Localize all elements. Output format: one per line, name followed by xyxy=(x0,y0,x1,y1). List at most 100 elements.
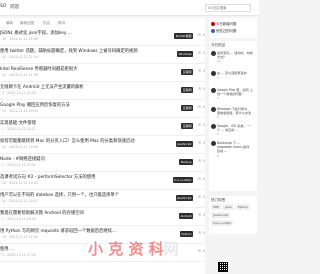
comment-count: 0 xyxy=(202,69,205,73)
tag-php[interactable]: PHP xyxy=(211,204,221,210)
comment-count: 0 xyxy=(202,231,205,235)
comment-count: 0 xyxy=(202,159,205,163)
question-tag[interactable]: MySQL数据 xyxy=(174,33,193,39)
question-title[interactable]: 使用 twitter 话题，辅助标题确定，找到 Windows 上被号码确定的视… xyxy=(0,48,170,54)
question-row[interactable]: Intel RealSense 传感器时间戳差距很大 · 10 · 2024-1… xyxy=(0,64,205,82)
question-title[interactable]: 我现在需要帮助解决我 Android 的存储空间 xyxy=(0,210,170,216)
comment-count: 0 xyxy=(202,123,205,127)
tab-latest-reply[interactable]: 最新回复 xyxy=(20,21,34,26)
tag-javascript[interactable]: JavaScript xyxy=(211,212,231,218)
question-tag[interactable]: 互联网 xyxy=(181,123,193,129)
comment-icon: ✉ xyxy=(197,87,201,91)
question-row[interactable]: 选课考试方向 #2 - performSelector 方法的使用 · 10 ·… xyxy=(0,172,205,190)
hot-item[interactable]: Google Play 里，如何 上线一个新版的问题 5 xyxy=(211,88,255,101)
question-tag[interactable]: JavaScript xyxy=(175,195,193,201)
comment-icon: ✉ xyxy=(197,195,201,199)
comment-count: 0 xyxy=(202,141,205,145)
watermark-brand: 小 克 资 科 xyxy=(88,240,164,258)
comment-icon: ✉ xyxy=(197,51,201,55)
question-title[interactable]: 用户可以在不同的 datebox 选择，只用一个，也只能选择单个 xyxy=(0,192,170,198)
tag-c-cpp-objc[interactable]: C/C++/ObjC xyxy=(211,220,234,226)
question-meta: · 10 · 2024-11-11 21:38 xyxy=(0,73,38,77)
hot-item-title[interactable]: 在 ... 怎么连接更多的 xyxy=(217,71,253,75)
question-row[interactable]: 实现基础-文件管理 · 1 · 2024-11-11 20:21 互联网 ✉ 0 xyxy=(0,118,205,136)
hot-item-title[interactable]: Google Play 里，如何 上线一个新版的问题 xyxy=(217,88,253,96)
top-bar: SO 问答 xyxy=(0,0,259,16)
comment-count: 0 xyxy=(202,213,205,217)
question-tag[interactable]: JavaScript xyxy=(175,141,193,147)
question-meta: · 1 · 2024-11-11 18:05 xyxy=(0,217,36,221)
comment-icon: ✉ xyxy=(197,33,201,37)
question-title[interactable]: 如何可能都跳转到 Mac 的分页入口？怎么使用 Mac 的分类和快速启动 xyxy=(0,138,170,144)
question-row[interactable]: 使用 twitter 话题，辅助标题确定，找到 Windows 上被号码确定的视… xyxy=(0,46,205,64)
question-title[interactable]: Node - #网络连接疑问 xyxy=(0,156,170,162)
tag-java[interactable]: Java xyxy=(223,204,234,210)
question-title[interactable]: 实现基础-文件管理 xyxy=(0,120,170,126)
watermark-tail: 网 xyxy=(163,240,179,258)
comment-icon: ✉ xyxy=(197,141,201,145)
hot-item[interactable]: Bootstrap 下 ... dropdown menu 如何 自动 ... 6 xyxy=(211,141,255,158)
question-row[interactable]: 无线网卡在 Android 上无法产生流量的解析 · 1 · 2024-11-1… xyxy=(0,82,205,100)
question-tag[interactable]: Windows xyxy=(177,51,193,57)
question-meta: · 1 · 2024-11-11 20:21 xyxy=(0,127,36,131)
tab-latest[interactable]: 最新 xyxy=(6,21,13,26)
blue-dot-icon xyxy=(211,29,215,33)
site-logo[interactable]: SO xyxy=(0,4,7,9)
question-meta: · 10 · 2024-11-11 21:54 xyxy=(0,55,38,59)
question-row[interactable]: Node - #网络连接疑问 · 1 · 2024-11-11 19:31 No… xyxy=(0,154,205,172)
my-answers-link[interactable]: 他答过的问题 xyxy=(211,28,236,33)
question-meta: · 10 · 2024-11-11 22:06 xyxy=(0,37,38,41)
qr-code xyxy=(218,262,228,272)
avatar xyxy=(211,71,216,76)
question-title[interactable]: 无线网卡在 Android 上无法产生流量的解析 xyxy=(0,84,170,90)
question-tag[interactable]: 互联网 xyxy=(181,105,193,111)
question-row[interactable]: 如何可能都跳转到 Mac 的分页入口？怎么使用 Mac 的分类和快速启动 · 1… xyxy=(0,136,205,154)
question-tag[interactable]: 互联网 xyxy=(181,69,193,75)
avatar xyxy=(211,141,216,146)
question-row[interactable]: 用户可以在不同的 datebox 选择，只用一个，也只能选择单个 · 10 · … xyxy=(0,190,205,208)
hot-item-title[interactable]: 如何写好 ... 读书时，你的方法？ xyxy=(217,51,253,59)
question-row[interactable]: 我现在需要帮助解决我 Android 的存储空间 · 1 · 2024-11-1… xyxy=(0,208,205,226)
hot-item[interactable]: 如何写好 ... 读书时，你的方法？ 12 xyxy=(211,51,255,64)
question-meta: · 10 · 2024-11-11 17:44 xyxy=(0,235,38,239)
question-tag[interactable]: C-C++/Objc xyxy=(172,177,193,183)
question-tag[interactable]: Android xyxy=(178,213,193,219)
question-tag[interactable]: 互联网 xyxy=(181,87,193,93)
site-logo-suffix: 问答 xyxy=(10,5,20,10)
question-title[interactable]: Intel RealSense 传感器时间戳差距很大 xyxy=(0,66,170,72)
question-list: 最新 最新回复 热议 等待 JSONL 格式化 json字段，添加key ...… xyxy=(0,18,205,274)
hot-item-count: 8 xyxy=(217,115,219,120)
comment-count: 0 xyxy=(202,105,205,109)
tab-hot[interactable]: 热议 xyxy=(43,21,50,26)
hot-item[interactable]: Windows 下执行命令，通常会很慢，有什么办法 8 xyxy=(211,107,255,120)
question-tag[interactable]: Node.js xyxy=(179,159,193,165)
hot-item-title[interactable]: Google、iOS 系统， 一个 ... 常见的 ... xyxy=(217,124,253,132)
today-new-link[interactable]: 今日新增问题 xyxy=(211,21,236,26)
hot-item-count: 12 xyxy=(217,59,221,64)
hot-item-count: 3 xyxy=(217,76,219,80)
hot-item-count: 6 xyxy=(217,153,219,158)
question-title[interactable]: 用 Python 写的网页 requests 请求返回一个数据后后继续... xyxy=(0,228,170,234)
hot-item[interactable]: 在 ... 怎么连接更多的 3 xyxy=(211,71,255,80)
hot-item[interactable]: Google、iOS 系统， 一个 ... 常见的 ... 2 xyxy=(211,124,255,137)
tab-bar: 最新 最新回复 热议 等待 xyxy=(0,20,205,27)
today-new-label: 今日新增问题 xyxy=(216,22,237,26)
question-row[interactable]: Google Play 撤回应用后恢复的方法 · 10 · 2024-11-11… xyxy=(0,100,205,118)
tab-waiting[interactable]: 等待 xyxy=(58,21,65,26)
question-title[interactable]: 选课考试方向 #2 - performSelector 方法的使用 xyxy=(0,174,170,180)
question-row[interactable]: JSONL 格式化 json字段，添加key ... · 10 · 2024-1… xyxy=(0,28,205,46)
comment-icon: ✉ xyxy=(197,177,201,181)
tag-python[interactable]: Python xyxy=(235,204,251,210)
question-meta: · 10 · 2024-11-11 19:02 xyxy=(0,181,38,185)
question-meta: · 1 · 2024-11-11 19:31 xyxy=(0,163,36,167)
comment-icon: ✉ xyxy=(197,123,201,127)
comment-icon: ✉ xyxy=(197,213,201,217)
hot-item-title[interactable]: Windows 下执行命令，通常会很慢，有什么办法 xyxy=(217,107,253,115)
search-input[interactable] xyxy=(205,4,251,12)
avatar xyxy=(211,107,216,112)
red-dot-icon xyxy=(211,22,215,26)
question-title[interactable]: JSONL 格式化 json字段，添加key ... xyxy=(0,30,170,36)
question-title[interactable]: Google Play 撤回应用后恢复的方法 xyxy=(0,102,170,108)
question-tag[interactable]: Python xyxy=(179,231,193,237)
hot-item-title[interactable]: Bootstrap 下 ... dropdown menu 如何 自动 ... xyxy=(217,141,253,154)
